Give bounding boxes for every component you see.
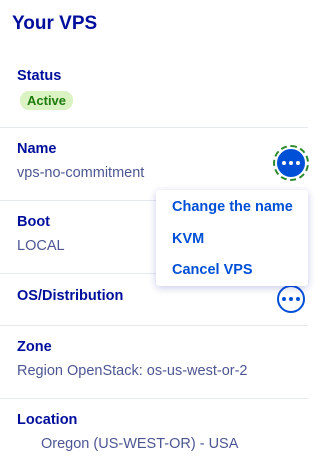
more-options-icon bbox=[296, 161, 300, 165]
vps-info-panel: Your VPS Status Active Name vps-no-commi… bbox=[0, 0, 326, 469]
os-actions-button[interactable] bbox=[277, 285, 305, 313]
name-value: vps-no-commitment bbox=[17, 165, 145, 181]
name-actions-button[interactable] bbox=[273, 145, 309, 181]
status-label: Status bbox=[17, 68, 62, 84]
more-options-icon bbox=[296, 297, 300, 301]
location-label: Location bbox=[17, 412, 78, 428]
location-value: Oregon (US-WEST-OR) - USA bbox=[41, 436, 239, 452]
panel-title: Your VPS bbox=[12, 13, 98, 34]
menu-item-cancel-vps[interactable]: Cancel VPS bbox=[172, 262, 253, 278]
zone-value: Region OpenStack: os-us-west-or-2 bbox=[17, 363, 248, 379]
menu-item-kvm[interactable]: KVM bbox=[172, 231, 204, 247]
boot-value: LOCAL bbox=[17, 238, 65, 254]
zone-label: Zone bbox=[17, 339, 52, 355]
name-label: Name bbox=[17, 141, 57, 157]
more-options-icon bbox=[289, 161, 293, 165]
status-badge: Active bbox=[20, 91, 74, 110]
zone-section: Zone Region OpenStack: os-us-west-or-2 bbox=[0, 326, 308, 399]
location-section: Location Oregon (US-WEST-OR) - USA bbox=[0, 399, 308, 469]
more-options-icon bbox=[282, 161, 286, 165]
name-actions-menu: Change the name KVM Cancel VPS bbox=[156, 190, 308, 286]
boot-label: Boot bbox=[17, 214, 51, 230]
more-options-icon bbox=[289, 297, 293, 301]
os-label: OS/Distribution bbox=[17, 288, 124, 304]
menu-item-change-name[interactable]: Change the name bbox=[172, 199, 293, 215]
more-options-icon bbox=[282, 297, 286, 301]
